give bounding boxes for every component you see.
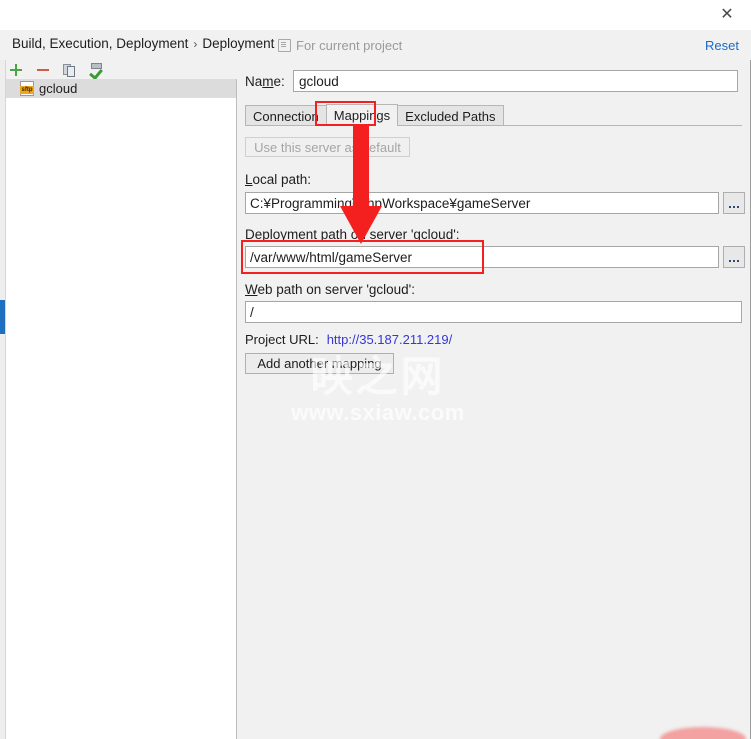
tab-mappings-label: Mappings <box>333 108 391 123</box>
breadcrumb-leaf[interactable]: Deployment <box>202 36 274 51</box>
local-path-browse-button[interactable] <box>723 192 745 214</box>
name-input[interactable] <box>293 70 738 92</box>
ellipsis-icon <box>729 206 731 208</box>
tab-divider <box>245 125 742 126</box>
web-path-label: Web path on server 'gcloud': <box>245 282 416 297</box>
copy-server-button[interactable] <box>62 62 78 78</box>
local-path-label: Local path: <box>245 172 312 187</box>
project-url-link[interactable]: http://35.187.211.219/ <box>327 332 453 347</box>
use-default-label: Use this server as default <box>254 139 401 155</box>
tab-connection-label: Connection <box>253 108 319 124</box>
breadcrumb-bar: Build, Execution, Deployment › Deployment … <box>0 30 751 60</box>
remove-server-button[interactable] <box>35 62 51 78</box>
project-scope-label: For current project <box>296 38 403 53</box>
project-scope-icon <box>278 39 291 52</box>
add-another-mapping-button[interactable]: Add another mapping <box>245 353 394 374</box>
tab-excluded-paths-label: Excluded Paths <box>405 108 496 124</box>
web-path-input[interactable] <box>245 301 742 323</box>
use-this-server-as-default-button[interactable]: Use this server as default <box>245 137 410 157</box>
sftp-badge-label: sftp <box>20 86 34 94</box>
server-name-label: gcloud <box>39 81 78 96</box>
deployment-path-input[interactable] <box>245 246 719 268</box>
server-list-panel: sftp gcloud <box>0 60 244 739</box>
add-mapping-label: Add another mapping <box>257 356 382 371</box>
tab-excluded-paths[interactable]: Excluded Paths <box>397 105 504 126</box>
deployment-path-label: Deployment path on server 'gcloud': <box>245 227 460 242</box>
add-server-button[interactable] <box>8 62 24 78</box>
sftp-icon: sftp <box>20 81 34 96</box>
tab-connection[interactable]: Connection <box>245 105 327 126</box>
name-row: Name: <box>245 70 738 92</box>
title-bar: ✕ <box>0 0 751 30</box>
name-label: Name: <box>245 73 285 89</box>
server-settings-panel: Name: Connection Mappings Excluded Paths <box>238 60 751 739</box>
sidebar-scrollbar-thumb[interactable] <box>0 300 5 334</box>
ellipsis-icon <box>729 260 731 262</box>
settings-dialog: ✕ Build, Execution, Deployment › Deploymen… <box>0 0 751 739</box>
reset-link[interactable]: Reset <box>705 38 739 53</box>
close-icon[interactable]: ✕ <box>707 0 747 30</box>
server-list-toolbar <box>0 60 244 79</box>
sidebar-scrollbar[interactable] <box>0 60 6 739</box>
settings-tabs: Connection Mappings Excluded Paths <box>245 104 504 126</box>
local-path-input[interactable] <box>245 192 719 214</box>
breadcrumb-root[interactable]: Build, Execution, Deployment <box>12 36 188 51</box>
project-url-row: Project URL: http://35.187.211.219/ <box>245 332 452 347</box>
project-url-label: Project URL: <box>245 332 319 347</box>
tab-mappings[interactable]: Mappings <box>325 104 399 126</box>
set-default-server-button[interactable] <box>89 62 105 78</box>
breadcrumb: Build, Execution, Deployment › Deployment <box>12 36 274 51</box>
project-scope-indicator: For current project <box>278 38 402 53</box>
deployment-path-browse-button[interactable] <box>723 246 745 268</box>
list-item[interactable]: sftp gcloud <box>0 79 236 98</box>
breadcrumb-separator-icon: › <box>193 37 198 51</box>
